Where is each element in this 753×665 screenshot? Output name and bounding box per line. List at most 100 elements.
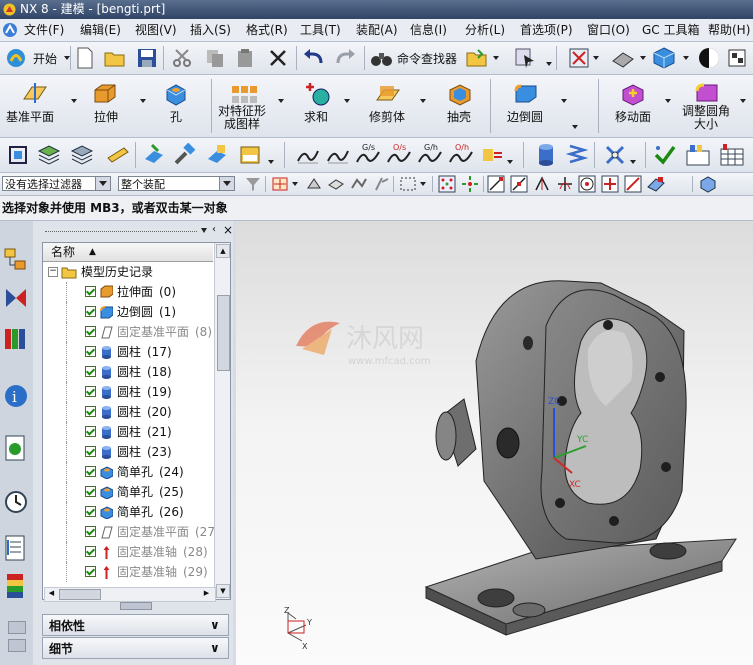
- base-plate[interactable]: [424, 538, 737, 636]
- start-icon[interactable]: [6, 48, 26, 68]
- dropdown-icon[interactable]: [665, 99, 671, 103]
- select-body-icon[interactable]: [327, 176, 345, 192]
- move-face-button[interactable]: 移动面: [615, 108, 651, 125]
- hole-button[interactable]: 孔: [170, 108, 182, 125]
- resource-bar-button[interactable]: [8, 621, 26, 634]
- reuse-library-icon[interactable]: i: [3, 381, 29, 411]
- redo-icon[interactable]: [334, 48, 356, 68]
- name-column-header[interactable]: 名称 ▲: [43, 243, 213, 262]
- toolbar-overflow-icon[interactable]: [572, 125, 578, 129]
- edge-blend-icon[interactable]: [513, 82, 539, 106]
- select-face-icon[interactable]: [350, 176, 368, 192]
- pattern-feature-icon[interactable]: [230, 82, 258, 106]
- layer-icon[interactable]: [727, 47, 749, 69]
- trim-body-button[interactable]: 修剪体: [369, 108, 405, 125]
- curve-os-icon[interactable]: O/s: [386, 142, 412, 166]
- menu-information[interactable]: 信息(I): [410, 19, 447, 41]
- chevron-down-icon[interactable]: [95, 177, 110, 190]
- layer-settings-icon[interactable]: [37, 143, 61, 167]
- dropdown-icon[interactable]: [683, 56, 689, 60]
- open-folder-icon[interactable]: [104, 48, 126, 68]
- feature-row[interactable]: 边倒圆 (1): [43, 302, 213, 322]
- annotation-icon[interactable]: [239, 143, 263, 167]
- save-icon[interactable]: [137, 48, 157, 68]
- shell-button[interactable]: 抽壳: [447, 108, 471, 125]
- edge-blend-button[interactable]: 边倒圆: [507, 108, 543, 125]
- cut-icon[interactable]: [172, 48, 194, 68]
- menu-assembly[interactable]: 装配(A): [356, 19, 398, 41]
- dropdown-icon[interactable]: [71, 99, 77, 103]
- dropdown-icon[interactable]: [740, 99, 746, 103]
- hammer-icon[interactable]: [172, 143, 196, 167]
- pump-body[interactable]: [475, 280, 687, 560]
- check-icon[interactable]: [653, 143, 677, 167]
- dropdown-icon[interactable]: [278, 99, 284, 103]
- web-browser-icon[interactable]: [3, 433, 29, 463]
- visibility-checkbox[interactable]: [85, 366, 96, 377]
- cylinder-tool-icon[interactable]: [536, 143, 556, 167]
- snap-grid-icon[interactable]: [461, 175, 479, 193]
- select-crosshair-icon[interactable]: [271, 176, 289, 192]
- system-material-icon[interactable]: [3, 533, 29, 563]
- feature-row[interactable]: 简单孔 (24): [43, 462, 213, 482]
- tree-root[interactable]: − 模型历史记录: [43, 262, 213, 282]
- drag-handle[interactable]: [45, 231, 197, 232]
- dropdown-icon[interactable]: [546, 62, 552, 66]
- snap-point-on-curve-icon[interactable]: [624, 175, 642, 193]
- menu-gc-toolbox[interactable]: GC 工具箱: [642, 19, 700, 41]
- feature-row[interactable]: 拉伸面 (0): [43, 282, 213, 302]
- scroll-right-icon[interactable]: ▶: [201, 588, 212, 599]
- menu-insert[interactable]: 插入(S): [190, 19, 231, 41]
- palette-icon[interactable]: [3, 571, 29, 601]
- selection-scope-select[interactable]: 整个装配: [118, 176, 235, 191]
- panel-menu-icon[interactable]: [201, 228, 207, 233]
- feature-row[interactable]: 圆柱 (20): [43, 402, 213, 422]
- visibility-checkbox[interactable]: [85, 346, 96, 357]
- selection-tool-icon[interactable]: [514, 47, 536, 69]
- filter-settings-icon[interactable]: [244, 176, 262, 192]
- snap-view-icon[interactable]: [7, 144, 29, 166]
- tree-vertical-scrollbar[interactable]: ▲ ▼: [214, 243, 230, 599]
- menu-tools[interactable]: 工具(T): [300, 19, 341, 41]
- move-face-icon[interactable]: [620, 81, 646, 107]
- menu-help[interactable]: 帮助(H): [708, 19, 750, 41]
- snap-intersection-icon[interactable]: [556, 175, 574, 193]
- extrude-icon[interactable]: [92, 82, 118, 106]
- type-filter-select[interactable]: 没有选择过滤器: [2, 176, 111, 191]
- dropdown-icon[interactable]: [292, 182, 298, 186]
- constraint-navigator-icon[interactable]: [3, 283, 29, 313]
- menu-window[interactable]: 窗口(O): [587, 19, 630, 41]
- resize-blend-button[interactable]: 调整圆角 大小: [682, 105, 730, 131]
- assembly-navigator-icon[interactable]: [3, 245, 29, 275]
- curve-g1-icon[interactable]: [326, 145, 350, 165]
- blank-icon[interactable]: [142, 143, 166, 167]
- feature-row[interactable]: 圆柱 (18): [43, 362, 213, 382]
- dropdown-icon[interactable]: [593, 56, 599, 60]
- visibility-checkbox[interactable]: [85, 546, 96, 557]
- pin-icon[interactable]: ‹: [212, 224, 216, 236]
- dropdown-icon[interactable]: [140, 99, 146, 103]
- datum-plane-button[interactable]: 基准平面: [6, 108, 54, 125]
- visibility-checkbox[interactable]: [85, 286, 96, 297]
- chevron-down-icon[interactable]: ∨: [210, 614, 220, 636]
- snap-endpoint-icon[interactable]: [487, 175, 505, 193]
- visibility-checkbox[interactable]: [85, 566, 96, 577]
- dropdown-icon[interactable]: [507, 160, 513, 164]
- dropdown-icon[interactable]: [493, 56, 499, 60]
- visibility-checkbox[interactable]: [85, 426, 96, 437]
- feature-row[interactable]: 圆柱 (23): [43, 442, 213, 462]
- dropdown-icon[interactable]: [420, 182, 426, 186]
- scroll-thumb[interactable]: [217, 295, 230, 371]
- nx-logo-icon[interactable]: [2, 22, 18, 38]
- paste-icon[interactable]: [235, 48, 255, 68]
- measure-icon[interactable]: [106, 146, 130, 164]
- resource-bar-button[interactable]: [8, 639, 26, 652]
- tools-icon[interactable]: [603, 143, 627, 167]
- background-icon[interactable]: [698, 47, 720, 69]
- snap-points-icon[interactable]: [438, 175, 456, 193]
- move-to-layer-icon[interactable]: [70, 143, 94, 167]
- visibility-checkbox[interactable]: [85, 306, 96, 317]
- curve-g0-icon[interactable]: [296, 145, 320, 165]
- feature-row[interactable]: 固定基准轴 (29): [43, 562, 213, 582]
- tree-horizontal-scrollbar[interactable]: ◀ ▶: [44, 587, 216, 602]
